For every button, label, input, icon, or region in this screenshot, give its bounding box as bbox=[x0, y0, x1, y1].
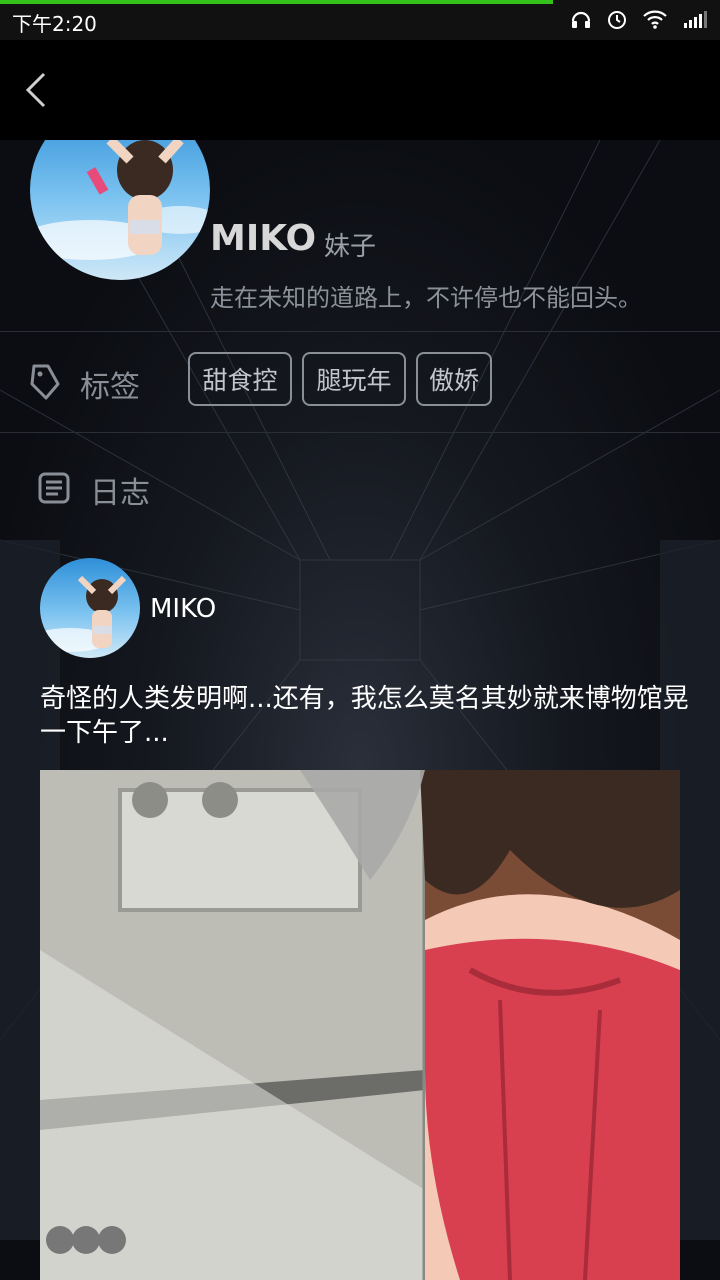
journal-label: 日志 bbox=[90, 476, 150, 511]
divider bbox=[0, 432, 720, 433]
signal-icon bbox=[684, 11, 707, 28]
journal-icon bbox=[38, 472, 70, 504]
tag-chip[interactable]: 甜食控 bbox=[188, 352, 292, 406]
profile-avatar[interactable] bbox=[30, 140, 210, 280]
tags-section: 标签 甜食控 腿玩年 傲娇 bbox=[0, 332, 720, 432]
loading-progress-bar bbox=[0, 0, 553, 4]
tags-label: 标签 bbox=[80, 370, 140, 405]
profile-motto: 走在未知的道路上，不许停也不能回头。 bbox=[210, 284, 642, 312]
post-author-name[interactable]: MIKO bbox=[150, 594, 216, 624]
post-image[interactable] bbox=[40, 770, 680, 1280]
app-bar bbox=[0, 40, 720, 140]
profile-gender: 妹子 bbox=[324, 232, 377, 262]
headset-icon bbox=[571, 11, 591, 28]
status-bar: 下午2:20 bbox=[0, 0, 720, 40]
alarm-icon bbox=[608, 11, 626, 29]
back-icon[interactable] bbox=[18, 68, 58, 112]
tag-chip[interactable]: 腿玩年 bbox=[302, 352, 406, 406]
status-time: 下午2:20 bbox=[12, 12, 97, 36]
post-author-avatar[interactable] bbox=[40, 558, 140, 658]
wifi-icon bbox=[643, 10, 667, 29]
profile-name: MIKO bbox=[210, 218, 317, 259]
post-text: 奇怪的人类发明啊...还有，我怎么莫名其妙就来博物馆晃一下午了... bbox=[40, 684, 689, 748]
tag-icon bbox=[30, 364, 60, 400]
tag-chip[interactable]: 傲娇 bbox=[416, 352, 492, 406]
